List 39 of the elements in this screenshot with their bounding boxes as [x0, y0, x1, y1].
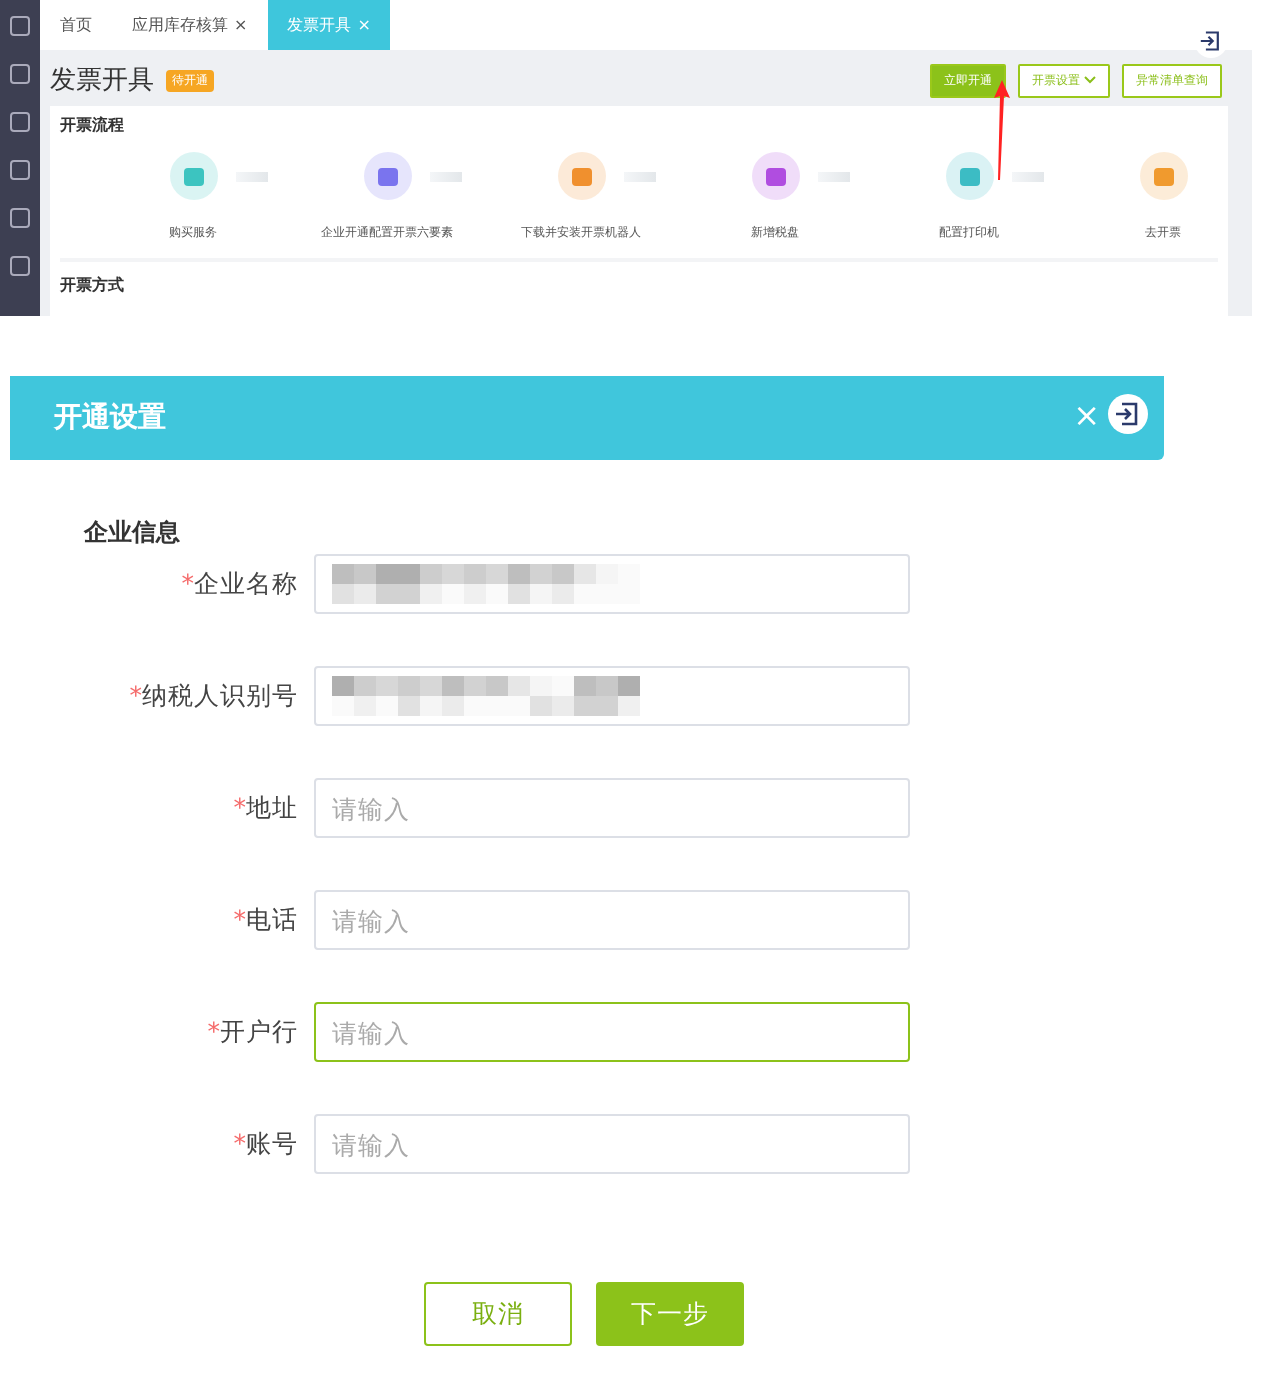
arrow	[990, 80, 1014, 180]
close-icon[interactable]: ×	[1073, 400, 1100, 432]
field-label: *账号	[231, 1127, 298, 1161]
cancel-button[interactable]: 取消	[424, 1282, 572, 1346]
sidebar-icon[interactable]	[10, 16, 30, 36]
field-label: *地址	[231, 791, 298, 825]
input-field[interactable]: 请输入	[314, 1002, 910, 1062]
exit-icon[interactable]	[1108, 394, 1148, 434]
section-title: 开票方式	[60, 274, 126, 296]
page-title: 发票开具	[50, 64, 154, 98]
sidebar-icon[interactable]	[10, 256, 30, 276]
step-connector	[818, 172, 850, 182]
field-label: *电话	[231, 903, 298, 937]
sidebar-icon[interactable]	[10, 112, 30, 132]
input-field[interactable]	[314, 666, 910, 726]
close-icon[interactable]: ×	[234, 16, 248, 34]
section-title: 企业信息	[84, 516, 182, 550]
caret-icon	[1084, 76, 1096, 84]
input-field[interactable]: 请输入	[314, 890, 910, 950]
input-field[interactable]: 请输入	[314, 778, 910, 838]
field-label: *企业名称	[179, 567, 298, 601]
sidebar-icon[interactable]	[10, 160, 30, 180]
field-label: *开户行	[205, 1015, 298, 1049]
dialog-title: 开通设置	[54, 400, 166, 436]
tab[interactable]: 首页	[40, 0, 112, 50]
section-title: 开票流程	[60, 114, 126, 136]
step-connector	[1012, 172, 1044, 182]
tab[interactable]: 发票开具 ×	[267, 0, 391, 50]
next-button[interactable]: 下一步	[596, 1282, 744, 1346]
sidebar-icon[interactable]	[10, 208, 30, 228]
input-field[interactable]	[314, 554, 910, 614]
step-connector	[236, 172, 268, 182]
close-icon[interactable]: ×	[357, 16, 371, 34]
field-label: *纳税人识别号	[127, 679, 298, 713]
input-field[interactable]: 请输入	[314, 1114, 910, 1174]
step-connector	[624, 172, 656, 182]
sidebar-icon[interactable]	[10, 64, 30, 84]
step-connector	[430, 172, 462, 182]
tab[interactable]: 应用库存核算 ×	[112, 0, 268, 50]
